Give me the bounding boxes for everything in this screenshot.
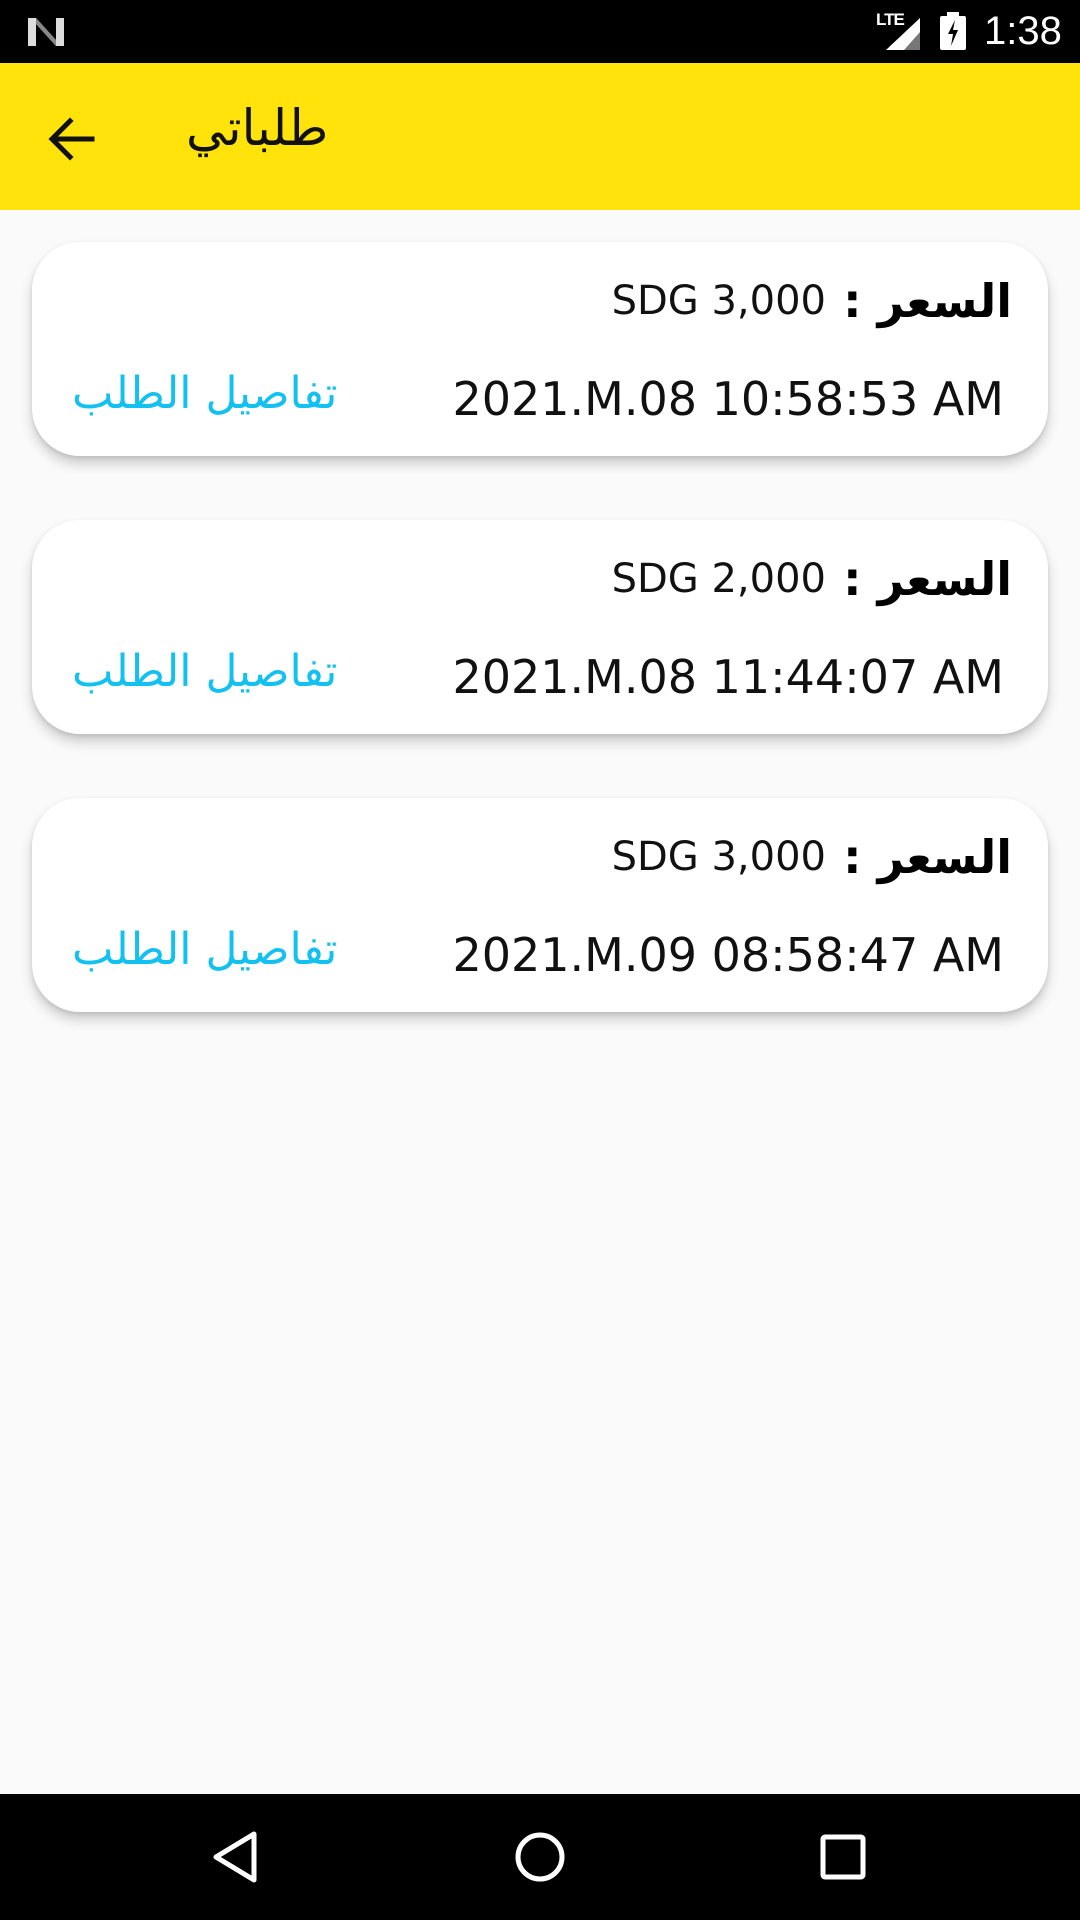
battery-charging-icon bbox=[940, 12, 966, 50]
page-title: طلباتي bbox=[186, 99, 329, 157]
arrow-back-icon[interactable] bbox=[40, 107, 104, 171]
order-details-link[interactable]: تفاصيل الطلب bbox=[72, 646, 337, 697]
order-date: 2021.M.08 11:44:07 AM bbox=[452, 650, 1004, 704]
n-logo-icon bbox=[28, 18, 64, 46]
status-bar: LTE 1:38 bbox=[0, 0, 1080, 63]
order-details-link[interactable]: تفاصيل الطلب bbox=[72, 368, 337, 419]
back-triangle-icon[interactable] bbox=[204, 1824, 270, 1890]
order-card: السعر : SDG 2,000 2021.M.08 11:44:07 AM … bbox=[32, 520, 1048, 734]
order-date: 2021.M.09 08:58:47 AM bbox=[452, 928, 1004, 982]
price-value: SDG 2,000 bbox=[611, 556, 826, 602]
order-card: السعر : SDG 3,000 2021.M.08 10:58:53 AM … bbox=[32, 242, 1048, 456]
home-circle-icon[interactable] bbox=[507, 1824, 573, 1890]
price-label: السعر : bbox=[843, 274, 1012, 328]
app-bar: طلباتي bbox=[0, 63, 1080, 210]
price-value: SDG 3,000 bbox=[611, 834, 826, 880]
order-details-link[interactable]: تفاصيل الطلب bbox=[72, 924, 337, 975]
price-label: السعر : bbox=[843, 552, 1012, 606]
status-clock: 1:38 bbox=[984, 9, 1062, 53]
system-nav-bar bbox=[0, 1794, 1080, 1920]
price-value: SDG 3,000 bbox=[611, 278, 826, 324]
recents-square-icon[interactable] bbox=[810, 1824, 876, 1890]
order-date: 2021.M.08 10:58:53 AM bbox=[452, 372, 1004, 426]
price-label: السعر : bbox=[843, 830, 1012, 884]
signal-icon bbox=[886, 18, 920, 50]
order-card: السعر : SDG 3,000 2021.M.09 08:58:47 AM … bbox=[32, 798, 1048, 1012]
